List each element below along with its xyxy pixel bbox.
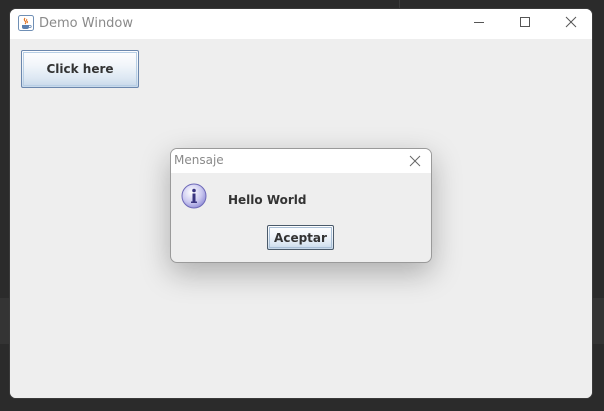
info-icon bbox=[181, 183, 209, 211]
aceptar-label: Aceptar bbox=[274, 230, 327, 245]
close-icon bbox=[565, 15, 577, 33]
maximize-button[interactable] bbox=[502, 9, 548, 39]
message-dialog: Mensaje Hello World Aceptar bbox=[170, 148, 432, 263]
dialog-close-icon[interactable] bbox=[407, 153, 423, 169]
dialog-title: Mensaje bbox=[174, 153, 224, 167]
click-here-label: Click here bbox=[46, 62, 114, 76]
aceptar-button[interactable]: Aceptar bbox=[267, 225, 334, 250]
maximize-icon bbox=[519, 15, 531, 33]
desktop-strip-right bbox=[593, 298, 604, 344]
java-cup-icon bbox=[18, 15, 34, 31]
minimize-button[interactable] bbox=[456, 9, 502, 39]
window-titlebar[interactable]: Demo Window bbox=[10, 9, 592, 39]
dialog-message: Hello World bbox=[228, 193, 307, 207]
minimize-icon bbox=[473, 15, 485, 33]
dialog-titlebar[interactable]: Mensaje bbox=[171, 149, 431, 173]
close-button[interactable] bbox=[548, 9, 592, 39]
click-here-button[interactable]: Click here bbox=[21, 50, 139, 88]
window-title: Demo Window bbox=[39, 16, 134, 31]
